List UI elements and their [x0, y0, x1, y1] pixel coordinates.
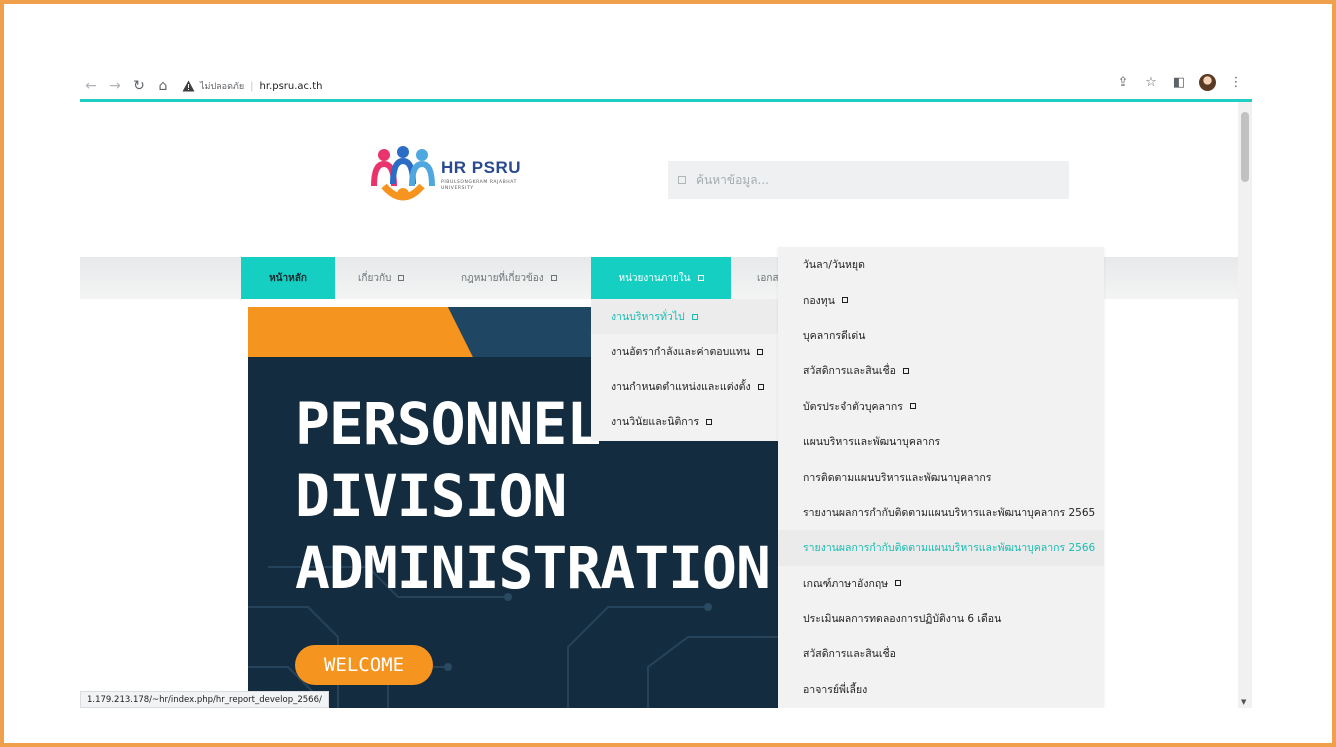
caret-icon: [841, 297, 848, 304]
scroll-down-icon[interactable]: ▼: [1241, 698, 1246, 706]
menu-item-documents[interactable]: เอกส: [757, 257, 779, 299]
caret-icon: [757, 348, 764, 355]
list-item[interactable]: แผนบริหารและพัฒนาบุคลากร: [778, 424, 1104, 459]
list-item-label: กองทุน: [803, 294, 835, 307]
menu-item-label: กฎหมายที่เกี่ยวข้อง: [461, 272, 544, 284]
submenu-item-label: งานวินัยและนิติการ: [611, 416, 700, 428]
browser-toolbar: ← → ↻ ⌂ ไม่ปลอดภัย | hr.psru.ac.th ⇪ ☆ ◧…: [80, 72, 1252, 100]
list-item-label: แผนบริหารและพัฒนาบุคลากร: [803, 436, 941, 449]
share-icon[interactable]: ⇪: [1115, 75, 1131, 91]
caret-icon: [909, 403, 916, 410]
caret-icon: [902, 367, 909, 374]
list-item[interactable]: สวัสดิการและสินเชื่อ: [778, 353, 1104, 388]
hero-line-3: ADMINISTRATION: [295, 534, 771, 602]
security-label: ไม่ปลอดภัย: [200, 82, 245, 92]
list-item[interactable]: อาจารย์พี่เลี้ยง: [778, 672, 1104, 707]
logo-title: HR PSRU: [441, 158, 522, 177]
list-item-label: อาจารย์พี่เลี้ยง: [803, 683, 868, 696]
reload-icon[interactable]: ↻: [128, 75, 150, 97]
url-separator: |: [250, 80, 254, 92]
internal-units-dropdown: งานบริหารทั่วไป งานอัตรากำลังและค่าตอบแท…: [591, 299, 779, 441]
search-icon: [678, 176, 686, 184]
list-item[interactable]: บุคลากรดีเด่น: [778, 318, 1104, 353]
menu-item-laws[interactable]: กฎหมายที่เกี่ยวข้อง: [461, 257, 557, 299]
submenu-item-manpower[interactable]: งานอัตรากำลังและค่าตอบแทน: [591, 334, 779, 369]
link-status-bar: 1.179.213.178/~hr/index.php/hr_report_de…: [80, 691, 329, 708]
warning-icon: [182, 80, 195, 92]
general-admin-dropdown: วันลา/วันหยุด กองทุน บุคลากรดีเด่น สวัสด…: [778, 247, 1104, 708]
toolbar-actions: ⇪ ☆ ◧ ⋮: [1115, 74, 1244, 91]
menu-item-label: หน่วยงานภายใน: [618, 272, 691, 284]
hero-orange-stripe: [248, 307, 473, 357]
list-item-label: เกณฑ์ภาษาอังกฤษ: [803, 577, 889, 590]
menu-item-label: หน้าหลัก: [269, 272, 307, 284]
list-item-label: บุคลากรดีเด่น: [803, 329, 866, 342]
page-scrollbar[interactable]: ▼: [1238, 102, 1252, 708]
back-icon[interactable]: ←: [80, 75, 102, 97]
welcome-button[interactable]: WELCOME: [295, 645, 433, 685]
list-item-label: สวัสดิการและสินเชื่อ: [803, 365, 896, 378]
caret-icon: [550, 275, 557, 281]
url-text: hr.psru.ac.th: [259, 80, 323, 92]
submenu-item-discipline[interactable]: งานวินัยและนิติการ: [591, 404, 779, 439]
submenu-item-label: งานกำหนดตำแหน่งและแต่งตั้ง: [611, 381, 751, 393]
list-item[interactable]: การติดตามแผนบริหารและพัฒนาบุคลากร: [778, 459, 1104, 494]
list-item-label: รายงานผลการกำกับติดตามแผนบริหารและพัฒนาบ…: [803, 506, 1096, 519]
list-item-label: ประเมินผลการทดลองการปฏิบัติงาน 6 เดือน: [803, 613, 1002, 626]
list-item-label: วันลา/วันหยุด: [803, 259, 865, 272]
caret-icon: [706, 418, 713, 425]
list-item[interactable]: วันลา/วันหยุด: [778, 247, 1104, 282]
list-item[interactable]: ประเมินผลการทดลองการปฏิบัติงาน 6 เดือน: [778, 601, 1104, 636]
caret-icon: [895, 580, 902, 587]
caret-icon: [691, 313, 698, 320]
search-input[interactable]: ค้นหาข้อมูล...: [668, 161, 1069, 199]
list-item[interactable]: รายงานผลการกำกับติดตามแผนบริหารและพัฒนาบ…: [778, 495, 1104, 530]
people-logo-icon: [371, 146, 435, 201]
forward-icon[interactable]: →: [104, 75, 126, 97]
caret-icon: [757, 383, 764, 390]
more-menu-icon[interactable]: ⋮: [1228, 75, 1244, 91]
caret-icon: [697, 275, 704, 281]
list-item-label: การติดตามแผนบริหารและพัฒนาบุคลากร: [803, 471, 992, 484]
menu-item-about[interactable]: เกี่ยวกับ: [358, 257, 405, 299]
list-item-hovered[interactable]: รายงานผลการกำกับติดตามแผนบริหารและพัฒนาบ…: [778, 530, 1104, 566]
list-item-label: สวัสดิการและสินเชื่อ: [803, 648, 896, 661]
page-viewport: HR PSRU PIBULSONGKRAM RAJABHAT UNIVERSIT…: [80, 102, 1238, 708]
list-item-label: บัตรประจำตัวบุคลากร: [803, 400, 903, 413]
side-panel-icon[interactable]: ◧: [1171, 75, 1187, 91]
bookmark-star-icon[interactable]: ☆: [1143, 75, 1159, 91]
menu-item-home[interactable]: หน้าหลัก: [241, 257, 335, 299]
menu-item-internal-units[interactable]: หน่วยงานภายใน: [591, 257, 731, 299]
search-placeholder: ค้นหาข้อมูล...: [696, 172, 769, 187]
home-icon[interactable]: ⌂: [152, 75, 174, 97]
profile-avatar[interactable]: [1199, 74, 1216, 91]
submenu-item-positions[interactable]: งานกำหนดตำแหน่งและแต่งตั้ง: [591, 369, 779, 404]
hero-line-1: PERSONNEL: [295, 390, 601, 458]
menu-item-label: เอกส: [757, 272, 779, 284]
caret-icon: [398, 275, 405, 281]
site-logo[interactable]: HR PSRU PIBULSONGKRAM RAJABHAT UNIVERSIT…: [370, 146, 530, 210]
submenu-item-label: งานบริหารทั่วไป: [611, 311, 685, 323]
logo-subtitle: PIBULSONGKRAM RAJABHAT UNIVERSITY: [441, 180, 517, 191]
submenu-item-label: งานอัตรากำลังและค่าตอบแทน: [611, 346, 751, 358]
list-item[interactable]: กองทุน: [778, 282, 1104, 317]
list-item[interactable]: เกณฑ์ภาษาอังกฤษ: [778, 566, 1104, 601]
menu-item-label: เกี่ยวกับ: [358, 272, 392, 284]
list-item-label: รายงานผลการกำกับติดตามแผนบริหารและพัฒนาบ…: [803, 542, 1096, 555]
hero-line-2: DIVISION: [295, 462, 567, 530]
scrollbar-thumb[interactable]: [1241, 112, 1249, 182]
submenu-item-general-admin[interactable]: งานบริหารทั่วไป: [591, 299, 779, 334]
list-item[interactable]: สวัสดิการและสินเชื่อ: [778, 636, 1104, 671]
list-item[interactable]: บัตรประจำตัวบุคลากร: [778, 389, 1104, 424]
address-bar[interactable]: ไม่ปลอดภัย | hr.psru.ac.th: [182, 74, 323, 98]
